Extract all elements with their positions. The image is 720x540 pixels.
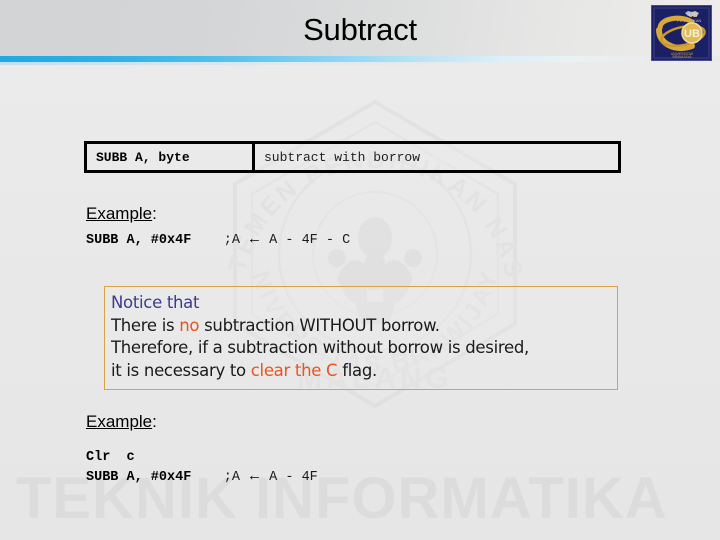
- left-arrow-icon: ←: [250, 231, 260, 248]
- example-2-label-colon: :: [152, 412, 157, 431]
- example-1-label: Example:: [86, 204, 157, 224]
- notice-callout-box: Notice that There is no subtraction WITH…: [104, 286, 618, 390]
- example-2-gap: [191, 470, 223, 485]
- example-2-instruction-subb: SUBB A, #0x4F: [86, 470, 192, 485]
- instruction-table: SUBB A, byte subtract with borrow: [84, 141, 621, 173]
- notice-line-4: it is necessary to clear the C flag.: [111, 360, 617, 383]
- notice-heading: Notice that: [111, 293, 200, 312]
- notice-line-4-highlight: clear the C: [250, 360, 338, 380]
- example-1-comment-rest: A - 4F - C: [261, 233, 351, 248]
- instruction-mnemonic-cell: SUBB A, byte: [87, 144, 255, 170]
- notice-line-2-b: subtraction WITHOUT borrow.: [199, 315, 440, 335]
- notice-line-2-highlight: no: [179, 315, 200, 335]
- notice-line-4-a: it is necessary to: [111, 360, 251, 380]
- example-2-label-text: Example: [86, 412, 153, 431]
- slide-canvas: Subtract UB PENDIDIKAN UB UNIVERSITAS BR…: [0, 0, 720, 540]
- example-1-comment-prefix: ;A: [223, 233, 249, 248]
- notice-line-4-b: flag.: [337, 360, 377, 380]
- example-2-code-line-1: Clr c: [86, 450, 135, 465]
- example-1-label-colon: :: [152, 204, 157, 223]
- example-2-label: Example:: [86, 412, 157, 432]
- example-2-comment-rest: A - 4F: [261, 470, 318, 485]
- example-2-comment-prefix: ;A: [223, 470, 249, 485]
- notice-line-3: Therefore, if a subtraction without borr…: [111, 338, 529, 357]
- slide-content: SUBB A, byte subtract with borrow Exampl…: [0, 0, 720, 540]
- example-2-code-line-2: SUBB A, #0x4F ;A ← A - 4F: [86, 468, 318, 485]
- left-arrow-icon: ←: [250, 468, 260, 485]
- notice-line-2-a: There is: [111, 315, 180, 335]
- example-1-label-text: Example: [86, 204, 153, 223]
- example-2-instruction-clr: Clr c: [86, 450, 135, 465]
- notice-line-2: There is no subtraction WITHOUT borrow.: [111, 315, 617, 338]
- example-1-code: SUBB A, #0x4F ;A ← A - 4F - C: [86, 231, 350, 248]
- example-1-gap: [191, 233, 223, 248]
- instruction-description-cell: subtract with borrow: [264, 149, 421, 165]
- example-1-instruction: SUBB A, #0x4F: [86, 233, 192, 248]
